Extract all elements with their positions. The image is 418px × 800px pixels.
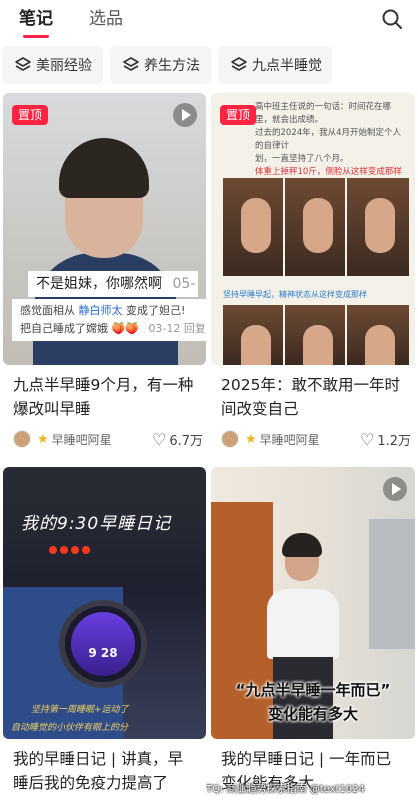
- cover-photo: [223, 305, 283, 365]
- cover-photo: [285, 178, 345, 276]
- comment-overlay: 不是姐妹，你哪然啊 05-: [28, 271, 198, 297]
- cover-lights: [49, 539, 119, 554]
- layers-icon: [123, 57, 139, 71]
- cover-photo: [347, 305, 409, 365]
- note-card[interactable]: 置顶 不是姐妹，你哪然啊 05- 感觉面相从 静白师太 变成了妲己! 把自己睡成…: [3, 93, 206, 463]
- comment-mention: 静白师太: [78, 304, 123, 317]
- comment-date: 03-12 回复: [148, 322, 206, 335]
- watch-screen: 9 28: [71, 612, 135, 676]
- note-cover-image[interactable]: “九点半早睡一年而已” 变化能有多大: [211, 467, 415, 739]
- layers-icon: [231, 57, 247, 71]
- note-title[interactable]: 我的早睡日记 | 讲真，早睡后我的免疫力提高了: [13, 747, 198, 795]
- chip-beauty[interactable]: 美丽经验: [2, 46, 103, 84]
- like-count: 1.2万: [377, 433, 411, 449]
- cover-text-line: 过去的2024年，我从4月开始制定个人的自律计: [255, 128, 402, 151]
- cover-handwriting: 坚持第一周睡眠+运动了: [31, 705, 129, 715]
- comment-text: 感觉面相从: [20, 304, 75, 317]
- cover-text-block: 高中班主任说的一句话：时间花在哪 里，就会出成绩。 过去的2024年，我从4月开…: [255, 101, 405, 179]
- cover-handwriting: 自动睡觉的小伙伴有眼上的分: [11, 723, 129, 733]
- cover-caption: “九点半早睡一年而已”: [235, 681, 391, 699]
- comment-text: 把自己睡成了嫦娥 🍑🍑: [20, 322, 139, 335]
- cover-caption: 变化能有多大: [267, 705, 358, 723]
- active-tab-indicator: [23, 35, 49, 38]
- chip-label: 养生方法: [144, 58, 200, 74]
- cover-text-line: 划，一直坚持了八个月。: [255, 154, 349, 164]
- like-count: 6.7万: [169, 433, 203, 449]
- cover-caption: 坚持早睡早起，精神状态从这样变成那样: [223, 290, 367, 299]
- heart-icon[interactable]: ♡: [360, 430, 374, 449]
- star-icon: ★: [37, 431, 49, 447]
- play-icon[interactable]: [383, 477, 407, 501]
- note-meta: ★ 早睡吧阿星 ♡ 6.7万: [13, 429, 203, 449]
- comment-date: 05-: [172, 276, 196, 292]
- note-cover-image[interactable]: 置顶 不是姐妹，你哪然啊 05- 感觉面相从 静白师太 变成了妲己! 把自己睡成…: [3, 93, 206, 365]
- note-card[interactable]: 高中班主任说的一句话：时间花在哪 里，就会出成绩。 过去的2024年，我从4月开…: [211, 93, 415, 463]
- note-title[interactable]: 2025年：敢不敢用一年时间改变自己: [221, 373, 406, 421]
- cover-text-line: 高中班主任说的一句话：时间花在哪: [255, 102, 392, 112]
- cover-cabinet: [369, 519, 415, 649]
- play-icon[interactable]: [173, 103, 197, 127]
- author-name[interactable]: 早睡吧阿星: [52, 431, 152, 448]
- tab-picks[interactable]: 选品: [89, 8, 123, 30]
- cover-title: 我的9:30早睡日记: [21, 514, 172, 534]
- note-card[interactable]: “九点半早睡一年而已” 变化能有多大 我的早睡日记 | 一年而已变化能有多大: [211, 467, 415, 800]
- comment-text: 变成了妲己!: [126, 304, 186, 317]
- author-name[interactable]: 早睡吧阿星: [260, 431, 360, 448]
- cover-watch: 9 28: [59, 600, 147, 688]
- search-button[interactable]: [380, 7, 404, 31]
- comment-overlay: 把自己睡成了嫦娥 🍑🍑 03-12 回复: [12, 317, 206, 341]
- pinned-badge: 置顶: [12, 105, 49, 125]
- search-icon: [382, 9, 402, 29]
- note-card[interactable]: 我的9:30早睡日记 9 28 坚持第一周睡眠+运动了 自动睡觉的小伙伴有眼上的…: [3, 467, 206, 800]
- chip-sleep[interactable]: 九点半睡觉: [218, 46, 332, 84]
- tab-notes-label: 笔记: [19, 9, 53, 29]
- category-chips: 美丽经验 养生方法 九点半睡觉: [0, 46, 418, 86]
- star-icon: ★: [245, 431, 257, 447]
- watermark: TQ: 商业趋势探索指南 @text1024: [206, 784, 365, 795]
- tab-notes[interactable]: 笔记: [19, 8, 53, 38]
- layers-icon: [15, 57, 31, 71]
- note-cover-image[interactable]: 高中班主任说的一句话：时间花在哪 里，就会出成绩。 过去的2024年，我从4月开…: [211, 93, 415, 365]
- chip-label: 九点半睡觉: [252, 58, 322, 74]
- chip-health[interactable]: 养生方法: [110, 46, 211, 84]
- cover-photo: [347, 178, 409, 276]
- heart-icon[interactable]: ♡: [152, 430, 166, 449]
- avatar[interactable]: [13, 430, 31, 448]
- watch-time: 9 28: [88, 646, 118, 660]
- chip-label: 美丽经验: [36, 58, 92, 74]
- top-tab-bar: 笔记 选品: [0, 0, 418, 40]
- cover-photo: [285, 305, 345, 365]
- cover-photo: [223, 178, 283, 276]
- note-title[interactable]: 九点半早睡9个月，有一种爆改叫早睡: [13, 373, 198, 421]
- note-meta: ★ 早睡吧阿星 ♡ 1.2万: [221, 429, 411, 449]
- comment-text: 不是姐妹，你哪然啊: [36, 276, 162, 292]
- note-cover-image[interactable]: 我的9:30早睡日记 9 28 坚持第一周睡眠+运动了 自动睡觉的小伙伴有眼上的…: [3, 467, 206, 739]
- pinned-badge: 置顶: [220, 105, 257, 125]
- tab-picks-label: 选品: [89, 9, 123, 29]
- avatar[interactable]: [221, 430, 239, 448]
- cover-text-line: 里，就会出成绩。: [255, 115, 324, 125]
